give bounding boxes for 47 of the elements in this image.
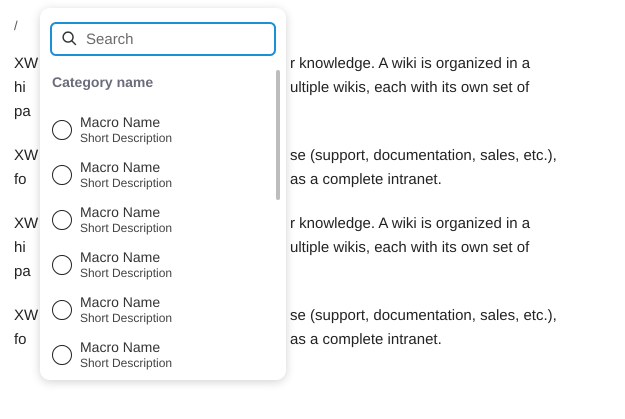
macro-name: Macro Name <box>80 114 162 130</box>
macro-description: Short Description <box>80 310 172 326</box>
category-heading: Category name <box>52 73 154 92</box>
paragraph-text: pa <box>14 263 31 280</box>
macro-description: Short Description <box>80 266 172 280</box>
macro-description: Short Description <box>80 130 172 146</box>
macro-description: Short Description <box>80 176 172 190</box>
paragraph-text: XW <box>14 147 38 164</box>
paragraph-text: ultiple wikis, each with its own set of <box>290 238 530 258</box>
paragraph-text: se (support, documentation, sales, etc.), <box>290 306 557 326</box>
search-field[interactable]: Search <box>50 22 276 56</box>
macro-name: Macro Name <box>80 248 162 266</box>
paragraph-text: pa <box>14 103 31 120</box>
radio-button[interactable] <box>52 254 72 274</box>
paragraph-text: ultiple wikis, each with its own set of <box>290 78 530 98</box>
macro-name: Macro Name <box>80 158 162 176</box>
paragraph-text: r knowledge. A wiki is organized in a <box>290 214 530 234</box>
radio-button[interactable] <box>52 344 72 364</box>
paragraph-text: se (support, documentation, sales, etc.), <box>290 146 557 166</box>
macro-list-item[interactable]: Macro Name Short Description <box>52 197 276 242</box>
macro-name: Macro Name <box>80 204 162 220</box>
macro-name: Macro Name <box>80 294 162 310</box>
paragraph-text: as a complete intranet. <box>290 170 442 190</box>
scrollbar-thumb[interactable] <box>276 70 280 200</box>
macro-description: Short Description <box>80 356 172 370</box>
macro-list-item[interactable]: Macro Name Short Description <box>52 242 276 287</box>
search-icon <box>61 30 78 47</box>
macro-list-item[interactable]: Macro Name Short Description <box>52 152 276 197</box>
paragraph-text: as a complete intranet. <box>290 330 442 350</box>
paragraph-text: fo <box>14 331 27 348</box>
paragraph-text: r knowledge. A wiki is organized in a <box>290 54 530 74</box>
paragraph-text: XW <box>14 307 38 324</box>
macro-list-item[interactable]: Macro Name Short Description <box>52 287 276 332</box>
paragraph-text: fo <box>14 171 27 188</box>
macro-list-item[interactable]: Macro Name Short Description <box>52 332 276 377</box>
radio-button[interactable] <box>52 120 72 140</box>
radio-button[interactable] <box>52 164 72 184</box>
macro-description: Short Description <box>80 220 172 236</box>
radio-button[interactable] <box>52 300 72 320</box>
paragraph-text: hi <box>14 239 26 256</box>
radio-button[interactable] <box>52 210 72 230</box>
macro-name: Macro Name <box>80 338 162 356</box>
breadcrumb: / <box>14 17 18 35</box>
paragraph-text: XW <box>14 55 38 72</box>
paragraph-text: hi <box>14 79 26 96</box>
paragraph-text: XW <box>14 215 38 232</box>
macro-list-item[interactable]: Macro Name Short Description <box>52 107 276 152</box>
